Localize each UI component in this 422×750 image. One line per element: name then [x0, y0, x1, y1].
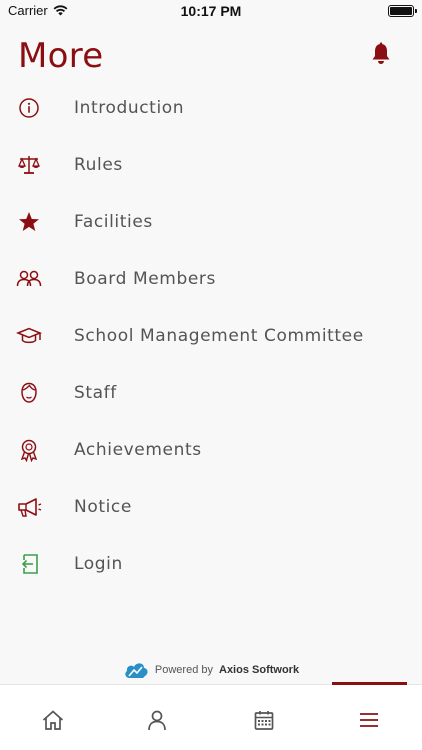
- active-tab-indicator: [332, 682, 407, 685]
- menu-item-login[interactable]: Login: [0, 535, 422, 592]
- menu-item-label: Introduction: [74, 97, 185, 118]
- menu-item-achievements[interactable]: Achievements: [0, 421, 422, 478]
- tab-calendar[interactable]: [251, 707, 277, 733]
- powered-by-footer: Powered by Axios Softwork: [0, 657, 422, 683]
- menu-item-rules[interactable]: Rules: [0, 136, 422, 193]
- graduation-cap-icon: [16, 323, 42, 349]
- megaphone-icon: [16, 494, 42, 520]
- menu-item-facilities[interactable]: Facilities: [0, 193, 422, 250]
- menu-item-staff[interactable]: Staff: [0, 364, 422, 421]
- menu-item-school-management-committee[interactable]: School Management Committee: [0, 307, 422, 364]
- battery-icon: [388, 5, 417, 17]
- menu-item-label: Login: [74, 553, 123, 574]
- tab-home[interactable]: [40, 707, 66, 733]
- menu-item-label: Notice: [74, 496, 132, 517]
- award-icon: [16, 437, 42, 463]
- powered-by-label: Powered by: [154, 664, 213, 676]
- brand-name: Axios Softwork: [219, 664, 300, 676]
- home-icon: [42, 710, 64, 730]
- profile-icon: [148, 710, 166, 731]
- menu-item-label: School Management Committee: [74, 325, 364, 346]
- scales-icon: [16, 152, 42, 178]
- menu-item-notice[interactable]: Notice: [0, 478, 422, 535]
- login-icon: [16, 551, 42, 577]
- menu-item-label: Facilities: [74, 211, 153, 232]
- menu-item-board-members[interactable]: Board Members: [0, 250, 422, 307]
- bottom-tab-bar: [0, 682, 422, 750]
- star-icon: [16, 209, 42, 235]
- people-icon: [16, 266, 42, 292]
- bell-icon[interactable]: [370, 42, 392, 66]
- more-menu: Introduction Rules Facilities Board Memb…: [0, 79, 422, 592]
- menu-item-label: Achievements: [74, 439, 202, 460]
- menu-item-introduction[interactable]: Introduction: [0, 79, 422, 136]
- info-icon: [16, 95, 42, 121]
- calendar-icon: [254, 711, 274, 730]
- page-title: More: [18, 36, 104, 76]
- tab-profile[interactable]: [144, 707, 170, 733]
- menu-icon: [360, 713, 378, 727]
- face-icon: [16, 380, 42, 406]
- menu-item-label: Rules: [74, 154, 123, 175]
- status-time: 10:17 PM: [180, 3, 242, 19]
- menu-item-label: Board Members: [74, 268, 216, 289]
- status-bar: Carrier 10:17 PM: [0, 0, 422, 22]
- menu-item-label: Staff: [74, 382, 117, 403]
- axios-logo-icon: [125, 663, 148, 678]
- tab-more[interactable]: [356, 707, 382, 733]
